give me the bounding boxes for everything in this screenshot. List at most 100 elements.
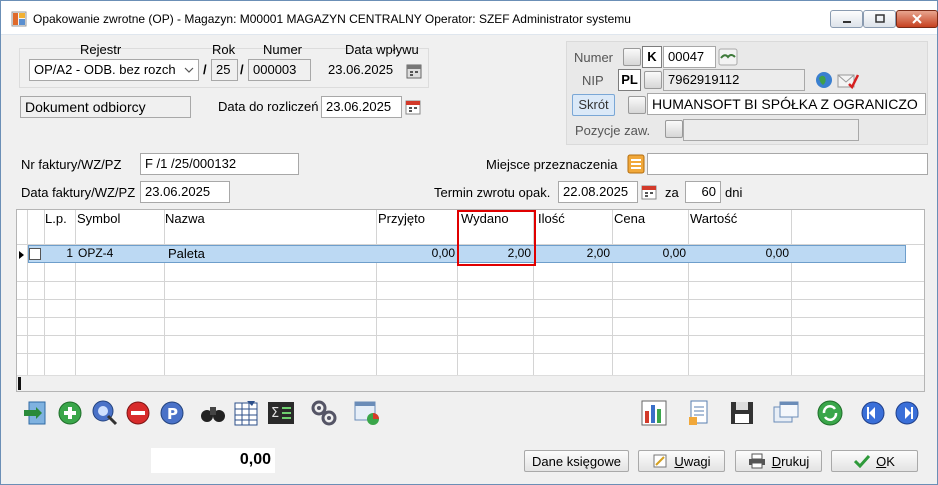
- binoculars-icon[interactable]: [199, 399, 227, 427]
- grid-rowline: [17, 299, 924, 300]
- grid-rowline: [17, 335, 924, 336]
- separator-1: /: [203, 62, 207, 77]
- title-bar: Opakowanie zwrotne (OP) - Magazyn: M0000…: [1, 1, 938, 35]
- numer-field[interactable]: 000003: [248, 59, 311, 81]
- gears-icon[interactable]: [310, 399, 338, 427]
- window-title: Opakowanie zwrotne (OP) - Magazyn: M0000…: [33, 12, 631, 26]
- svg-text:Σ: Σ: [271, 406, 279, 421]
- db-icon[interactable]: [665, 120, 683, 138]
- nip-field[interactable]: 7962919112: [663, 69, 805, 91]
- miejsce-label: Miejsce przeznaczenia: [486, 157, 618, 172]
- pl-badge[interactable]: PL: [618, 69, 641, 91]
- pozycje-field[interactable]: [683, 119, 859, 141]
- col-ilosc[interactable]: Ilość: [538, 211, 565, 226]
- sum-icon[interactable]: Σ: [267, 399, 295, 427]
- handshake-icon[interactable]: [718, 48, 738, 66]
- data-rozliczen-field[interactable]: 23.06.2025: [321, 96, 402, 118]
- globe-icon[interactable]: [814, 70, 834, 90]
- dane-ksiegowe-button[interactable]: Dane księgowe: [524, 450, 629, 472]
- ok-button[interactable]: OK: [831, 450, 918, 472]
- grid-divider: [612, 210, 613, 375]
- nr-faktury-field[interactable]: F /1 /25/000132: [140, 153, 299, 175]
- grid-rowline: [17, 281, 924, 282]
- nip-label: NIP: [582, 73, 604, 88]
- p-icon[interactable]: P: [158, 399, 186, 427]
- maximize-button[interactable]: [863, 10, 896, 28]
- rejestr-select[interactable]: OP/A2 - ODB. bez rozch: [29, 59, 199, 81]
- contractor-numer-label: Numer: [574, 50, 614, 65]
- grid-divider: [688, 210, 689, 375]
- skrot-field[interactable]: HUMANSOFT BI SPÓŁKA Z OGRANICZO: [647, 93, 926, 115]
- grid-divider: [791, 210, 792, 375]
- rejestr-label: Rejestr: [80, 42, 122, 57]
- dni-field[interactable]: 60: [685, 181, 721, 203]
- calendar-icon[interactable]: [641, 184, 657, 200]
- grid-divider: [376, 210, 377, 375]
- uwagi-button[interactable]: Uwagi: [638, 450, 725, 472]
- db-icon[interactable]: [623, 48, 641, 66]
- col-wartosc[interactable]: Wartość: [690, 211, 737, 226]
- checkmark-icon: [854, 454, 871, 468]
- cell-cena: 0,00: [662, 246, 686, 260]
- separator-2: /: [240, 62, 244, 77]
- drukuj-button[interactable]: Drukuj: [735, 450, 822, 472]
- table-filter-icon[interactable]: [233, 399, 261, 427]
- items-grid[interactable]: L.p. Symbol Nazwa Przyjęto Wydano Ilość …: [16, 209, 925, 392]
- sum-field: 0,00: [151, 448, 275, 473]
- refresh-icon[interactable]: [816, 399, 844, 427]
- dni-label: dni: [725, 185, 743, 200]
- col-lp[interactable]: L.p.: [45, 211, 67, 226]
- k-badge[interactable]: K: [642, 46, 662, 68]
- col-symbol[interactable]: Symbol: [77, 211, 120, 226]
- close-button[interactable]: [896, 10, 938, 28]
- calendar-icon[interactable]: [405, 99, 421, 115]
- note-icon: [653, 454, 667, 468]
- pozycje-label: Pozycje zaw.: [575, 123, 651, 138]
- horizontal-scrollbar[interactable]: [17, 375, 924, 391]
- rok-label: Rok: [212, 42, 236, 57]
- calendar-icon[interactable]: [406, 63, 422, 79]
- data-wplywu-label: Data wpływu: [345, 42, 419, 57]
- ok-rest: K: [886, 453, 895, 469]
- previous-icon[interactable]: [859, 399, 887, 427]
- col-przyjeto[interactable]: Przyjęto: [378, 211, 425, 226]
- grid-divider: [44, 210, 45, 375]
- document-icon[interactable]: [685, 399, 713, 427]
- data-faktury-field[interactable]: 23.06.2025: [140, 181, 230, 203]
- exit-door-icon[interactable]: [21, 399, 49, 427]
- miejsce-field[interactable]: [647, 153, 928, 175]
- numer-label: Numer: [263, 42, 303, 57]
- row-checkbox[interactable]: [29, 248, 41, 260]
- nr-faktury-label: Nr faktury/WZ/PZ: [21, 157, 122, 172]
- delete-icon[interactable]: [124, 399, 152, 427]
- minimize-button[interactable]: [830, 10, 863, 28]
- close-icon: [912, 14, 922, 24]
- edit-search-icon[interactable]: [91, 399, 119, 427]
- col-cena[interactable]: Cena: [614, 211, 645, 226]
- maximize-icon: [874, 14, 885, 23]
- termin-field[interactable]: 22.08.2025: [558, 181, 638, 203]
- uwagi-accel: U: [674, 453, 684, 469]
- cell-nazwa: Paleta: [168, 246, 205, 261]
- col-nazwa[interactable]: Nazwa: [165, 211, 205, 226]
- windows-icon[interactable]: [772, 399, 800, 427]
- grid-rowline: [17, 317, 924, 318]
- save-icon[interactable]: [728, 399, 756, 427]
- db-icon[interactable]: [644, 71, 662, 89]
- list-picker-icon[interactable]: [627, 154, 645, 174]
- window-chart-icon[interactable]: [353, 399, 381, 427]
- cell-przyjeto: 0,00: [431, 246, 455, 260]
- uwagi-rest: wagi: [683, 453, 711, 469]
- data-rozliczen-label: Data do rozliczeń: [218, 99, 319, 114]
- bar-chart-icon[interactable]: [640, 399, 668, 427]
- contractor-numer-field[interactable]: 00047: [663, 46, 716, 68]
- next-icon[interactable]: [893, 399, 921, 427]
- skrot-button[interactable]: Skrót: [572, 94, 615, 116]
- drukuj-label: Drukuj: [772, 454, 810, 469]
- rok-field[interactable]: 25: [211, 59, 238, 81]
- scrollbar-thumb[interactable]: [18, 377, 21, 390]
- add-icon[interactable]: [56, 399, 84, 427]
- mail-check-icon[interactable]: [837, 70, 859, 90]
- db-icon[interactable]: [628, 96, 646, 114]
- doc-type-box: Dokument odbiorcy: [20, 96, 191, 118]
